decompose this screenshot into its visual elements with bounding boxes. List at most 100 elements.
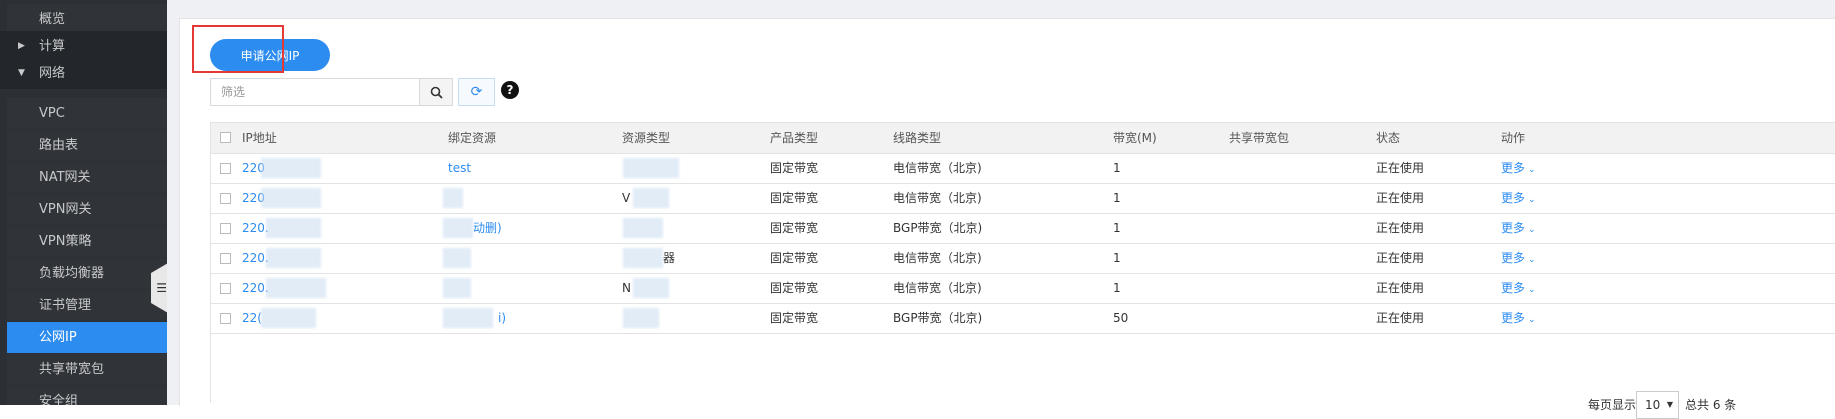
sidebar-item-label: 共享带宽包 <box>39 362 105 377</box>
column-header-line-type[interactable]: 线路类型 <box>893 123 941 153</box>
more-actions-dropdown[interactable]: 更多 ⌄ <box>1501 184 1536 215</box>
product-type-cell: 固定带宽 <box>770 191 819 205</box>
table-row[interactable]: 220. N 固定带宽 电信带宽（北京) 1 正在使用 更多 ⌄ <box>211 274 1835 304</box>
resource-link[interactable]: test <box>448 154 471 183</box>
sidebar-item-vpn-gateway[interactable]: VPN网关 <box>7 194 167 225</box>
redacted-mask <box>443 248 471 268</box>
sidebar-item-route-table[interactable]: 路由表 <box>7 130 167 161</box>
bandwidth-cell: 1 <box>1113 281 1121 295</box>
sidebar-item-security-group[interactable]: 安全组 <box>7 386 167 405</box>
column-header-product-type[interactable]: 产品类型 <box>770 123 818 153</box>
column-header-ip[interactable]: IP地址 <box>242 123 277 153</box>
table-header: IP地址 绑定资源 资源类型 产品类型 线路类型 带宽(M) 共享带宽包 状态 … <box>211 123 1835 154</box>
page-size-select[interactable]: 10 ▼ <box>1636 391 1679 419</box>
more-actions-dropdown[interactable]: 更多 ⌄ <box>1501 154 1536 185</box>
more-actions-dropdown[interactable]: 更多 ⌄ <box>1501 304 1536 335</box>
status-cell: 正在使用 <box>1376 251 1425 265</box>
sidebar-item-label: 公网IP <box>39 330 77 345</box>
resource-link[interactable]: i) <box>498 304 506 333</box>
chevron-down-icon: ⌄ <box>1528 315 1536 325</box>
sidebar-item-certificates[interactable]: 证书管理 <box>7 290 167 321</box>
more-actions-dropdown[interactable]: 更多 ⌄ <box>1501 214 1536 245</box>
redacted-mask <box>266 278 326 298</box>
bandwidth-cell: 1 <box>1113 221 1121 235</box>
table-row[interactable]: 220. 动删) 固定带宽 BGP带宽（北京) 1 正在使用 更多 ⌄ <box>211 214 1835 244</box>
redacted-mask <box>443 278 471 298</box>
more-label: 更多 <box>1501 281 1526 295</box>
sidebar-group-network[interactable]: ▼ 网络 <box>0 58 167 89</box>
product-type-cell: 固定带宽 <box>770 281 819 295</box>
redacted-mask <box>633 188 669 208</box>
status-cell: 正在使用 <box>1376 191 1425 205</box>
refresh-button[interactable]: ⟳ <box>458 78 495 106</box>
chevron-down-icon: ⌄ <box>1528 255 1536 265</box>
redacted-mask <box>443 188 463 208</box>
more-label: 更多 <box>1501 221 1526 235</box>
sidebar-item-nat-gateway[interactable]: NAT网关 <box>7 162 167 193</box>
search-button[interactable] <box>420 78 453 106</box>
more-actions-dropdown[interactable]: 更多 ⌄ <box>1501 274 1536 305</box>
redacted-mask <box>623 308 659 328</box>
sidebar-item-label: 负载均衡器 <box>39 266 105 281</box>
bandwidth-cell: 50 <box>1113 311 1129 325</box>
column-header-resource-type[interactable]: 资源类型 <box>622 123 670 153</box>
filter-input[interactable]: 筛选 <box>210 78 420 106</box>
status-cell: 正在使用 <box>1376 281 1425 295</box>
product-type-cell: 固定带宽 <box>770 311 819 325</box>
status-cell: 正在使用 <box>1376 161 1425 175</box>
more-label: 更多 <box>1501 311 1526 325</box>
sidebar-item-label: VPN网关 <box>39 202 92 217</box>
refresh-icon: ⟳ <box>470 84 483 100</box>
sidebar-item-label: 路由表 <box>39 138 79 153</box>
row-checkbox[interactable] <box>220 163 231 174</box>
sidebar-item-vpn-policy[interactable]: VPN策略 <box>7 226 167 257</box>
resource-type-cell: 器 <box>663 251 676 265</box>
chevron-down-icon: ⌄ <box>1528 225 1536 235</box>
line-type-cell: 电信带宽（北京) <box>893 191 982 205</box>
row-checkbox[interactable] <box>220 223 231 234</box>
column-header-resource[interactable]: 绑定资源 <box>448 123 496 153</box>
chevron-down-icon: ⌄ <box>1528 195 1536 205</box>
more-label: 更多 <box>1501 191 1526 205</box>
ip-link[interactable]: 22( <box>242 304 262 333</box>
search-icon <box>430 86 443 99</box>
ip-link[interactable]: 220. <box>242 214 269 243</box>
row-checkbox[interactable] <box>220 313 231 324</box>
redacted-mask <box>261 308 316 328</box>
sidebar-item-vpc[interactable]: VPC <box>7 98 167 129</box>
ip-link[interactable]: 220. <box>242 244 269 273</box>
column-header-shared-bandwidth[interactable]: 共享带宽包 <box>1229 123 1289 153</box>
redacted-mask <box>623 158 679 178</box>
column-header-bandwidth[interactable]: 带宽(M) <box>1113 123 1157 153</box>
table-row[interactable]: 22( i) 固定带宽 BGP带宽（北京) 50 正在使用 更多 ⌄ <box>211 304 1835 334</box>
sidebar-item-label: 证书管理 <box>39 298 92 313</box>
redacted-mask <box>443 218 473 238</box>
select-all-checkbox[interactable] <box>220 132 231 143</box>
table-row[interactable]: 220 test 固定带宽 电信带宽（北京) 1 正在使用 更多 ⌄ <box>211 154 1835 184</box>
status-cell: 正在使用 <box>1376 221 1425 235</box>
bandwidth-cell: 1 <box>1113 191 1121 205</box>
caret-down-icon: ▼ <box>18 68 25 78</box>
line-type-cell: 电信带宽（北京) <box>893 161 982 175</box>
resource-link[interactable]: 动删) <box>473 214 502 243</box>
product-type-cell: 固定带宽 <box>770 251 819 265</box>
table-row[interactable]: 220. 器 固定带宽 电信带宽（北京) 1 正在使用 更多 ⌄ <box>211 244 1835 274</box>
redacted-mask <box>623 218 663 238</box>
sidebar-item-load-balancer[interactable]: 负载均衡器 <box>7 258 167 289</box>
sidebar-item-public-ip[interactable]: 公网IP <box>7 322 167 353</box>
row-checkbox[interactable] <box>220 283 231 294</box>
caret-down-icon: ▼ <box>1666 400 1673 409</box>
redacted-mask <box>633 278 669 298</box>
row-checkbox[interactable] <box>220 193 231 204</box>
row-checkbox[interactable] <box>220 253 231 264</box>
table-row[interactable]: 220 V 固定带宽 电信带宽（北京) 1 正在使用 更多 ⌄ <box>211 184 1835 214</box>
question-circle-icon[interactable]: ? <box>501 81 519 99</box>
redacted-mask <box>266 218 321 238</box>
more-actions-dropdown[interactable]: 更多 ⌄ <box>1501 244 1536 275</box>
sidebar: 概览 ▶ 计算 ▼ 网络 VPC 路由表 NAT网关 VPN网关 VPN策略 负… <box>0 0 167 405</box>
column-header-action: 动作 <box>1501 131 1526 145</box>
column-header-status[interactable]: 状态 <box>1376 123 1400 153</box>
product-type-cell: 固定带宽 <box>770 221 819 235</box>
sidebar-item-shared-bandwidth[interactable]: 共享带宽包 <box>7 354 167 385</box>
ip-link[interactable]: 220. <box>242 274 269 303</box>
